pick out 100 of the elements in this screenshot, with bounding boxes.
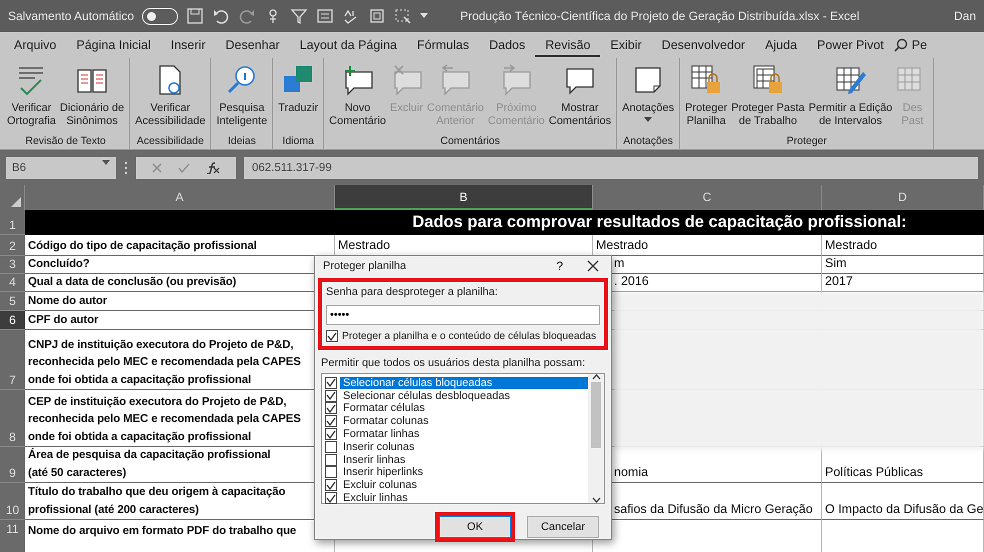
ribbon-button[interactable]: Verificar Ortografia	[5, 58, 58, 134]
name-box[interactable]: B6	[6, 156, 116, 178]
search-icon[interactable]	[894, 38, 908, 52]
ribbon-tab[interactable]: Arquivo	[4, 32, 66, 58]
cell-text: Mestrado	[825, 237, 878, 254]
chevron-down-icon[interactable]	[592, 497, 600, 504]
ribbon-tab[interactable]: Ajuda	[755, 32, 808, 58]
cell-text: 2017	[825, 274, 853, 290]
corner-icon[interactable]	[11, 197, 21, 207]
list-item[interactable]: Selecionar células bloqueadas	[340, 376, 588, 389]
checkbox[interactable]	[325, 376, 337, 389]
checkbox[interactable]	[325, 466, 337, 478]
function-icon[interactable]	[206, 162, 220, 174]
ribbon-button[interactable]: Mostrar Comentários	[546, 58, 614, 134]
scrollbar[interactable]	[588, 374, 604, 504]
user-name: Dan	[954, 8, 976, 25]
list-item[interactable]: Inserir linhas	[340, 454, 588, 466]
column-header[interactable]: B	[335, 185, 593, 210]
selection-icon[interactable]	[394, 7, 412, 25]
column-header[interactable]: A	[25, 185, 335, 210]
checkbox[interactable]	[325, 479, 337, 492]
cell-text: Código do tipo de capacitação profissional	[28, 238, 257, 254]
check-icon[interactable]	[178, 162, 190, 172]
cell-text: Qual a data de conclusão (ou previsão)	[28, 274, 236, 290]
caret-icon[interactable]	[420, 13, 428, 19]
checkbox[interactable]	[325, 402, 337, 414]
cell-text: nomia	[614, 464, 648, 481]
caret-icon[interactable]	[102, 160, 110, 166]
ribbon-tab[interactable]: Fórmulas	[407, 32, 480, 58]
row-header[interactable]: 1	[0, 210, 25, 235]
ribbon-button[interactable]: Novo Comentário	[327, 58, 388, 134]
formula-field[interactable]: 062.511.317-99	[244, 156, 978, 178]
row-header[interactable]: 10	[0, 483, 25, 520]
checkbox[interactable]	[325, 492, 337, 504]
checkbox[interactable]	[325, 390, 337, 402]
checkbox[interactable]	[325, 415, 337, 428]
group-label: Idioma	[281, 134, 315, 149]
password-field[interactable]: •••••	[326, 304, 600, 324]
row-header[interactable]: 7	[0, 330, 25, 390]
ribbon-tab[interactable]: Power Pivot	[807, 32, 894, 58]
cell-text: CPF do autor	[28, 312, 98, 328]
ribbon-tab[interactable]: Desenhar	[215, 32, 290, 58]
search-icon	[226, 64, 258, 96]
list-item[interactable]: Inserir hiperlinks	[340, 466, 588, 478]
ribbon-tab[interactable]: Página Inicial	[66, 32, 161, 58]
cell-text: CEP de instituição executora do Projeto de P&D, reconhecida pelo MEC e recomendada pela CAPES onde foi obtida a capacitação profissional	[28, 394, 301, 444]
cell-text: Mestrado	[338, 237, 390, 254]
list-item[interactable]: Formatar células	[340, 402, 588, 414]
dialog-title: Proteger planilha	[323, 258, 408, 274]
row-header[interactable]: 9	[0, 447, 25, 483]
list-item[interactable]: Excluir colunas	[340, 479, 588, 492]
ribbon-tab[interactable]: Inserir	[160, 32, 216, 58]
ribbon-button[interactable]: Traduzir	[276, 58, 320, 134]
ribbon-button[interactable]: Proteger Pasta de Trabalho	[729, 58, 807, 134]
list-item[interactable]: Excluir linhas	[340, 492, 588, 504]
form-icon[interactable]	[316, 7, 334, 25]
group-label: Anotações	[622, 134, 674, 149]
row-header[interactable]: 11	[0, 520, 25, 552]
permissions-list[interactable]: Selecionar células bloqueadas Selecionar células desbloqueadas Formatar células Formatar colunas Formatar linhas Inserir colunas Inserir linhas Inserir hiperlinks Excluir colunas Excluir linhas	[321, 373, 605, 504]
row-header[interactable]: 2	[0, 235, 25, 256]
cancel-button[interactable]: Cancelar	[527, 516, 599, 538]
ribbon-button[interactable]: Anotações	[620, 58, 676, 134]
group-label: Ideias	[226, 134, 257, 149]
row-header[interactable]: 5	[0, 292, 25, 311]
cell-text: m	[614, 256, 624, 272]
row-header[interactable]: 3	[0, 256, 25, 274]
checkbox[interactable]	[325, 428, 337, 440]
save-icon[interactable]	[186, 7, 204, 25]
cell-text: Nome do arquivo em formato PDF do trabalho que	[28, 524, 296, 539]
help-button[interactable]: ?	[540, 256, 579, 276]
chevron-up-icon[interactable]	[592, 374, 600, 380]
ribbon-button[interactable]: Proteger Planilha	[683, 58, 730, 134]
ribbon-tab[interactable]: Desenvolvedor	[652, 32, 756, 58]
ribbon-button[interactable]: Pesquisa Inteligente	[214, 58, 270, 134]
column-header[interactable]: C	[593, 185, 822, 210]
undo-icon[interactable]	[212, 7, 230, 25]
list-item[interactable]: Inserir colunas	[340, 440, 588, 453]
row-header[interactable]: 8	[0, 390, 25, 447]
list-item[interactable]: Selecionar células desbloqueadas	[340, 390, 588, 402]
ok-button[interactable]: OK	[439, 516, 511, 538]
column-header[interactable]: D	[822, 185, 984, 210]
close-icon[interactable]	[587, 260, 599, 272]
list-item[interactable]: Formatar linhas	[340, 428, 588, 440]
checkbox[interactable]	[325, 440, 337, 453]
sheet-title: Dados para comprovar resultados de capacitação profissional:	[25, 210, 984, 235]
row-header[interactable]: 4	[0, 274, 25, 292]
ribbon-button[interactable]: Dicionário de Sinônimos	[58, 58, 126, 134]
autosave-toggle[interactable]	[142, 8, 178, 24]
list-item[interactable]: Formatar colunas	[340, 415, 588, 428]
row-header[interactable]: 6	[0, 311, 25, 330]
checkbox[interactable]	[325, 454, 337, 466]
filter-icon[interactable]	[290, 7, 308, 25]
ribbon-button[interactable]: Permitir a Edição de Intervalos	[806, 58, 894, 134]
ribbon-tab[interactable]: Layout da Página	[290, 32, 407, 58]
ribbon-tab[interactable]: Exibir	[600, 32, 652, 58]
cell-text: Área de pesquisa da capacitação profissional (até 50 caracteres)	[28, 447, 270, 480]
ribbon-tab[interactable]: Dados	[479, 32, 536, 58]
checkbox[interactable]	[326, 330, 338, 342]
frame-icon[interactable]	[368, 7, 386, 25]
ribbon-button[interactable]: Verificar Acessibilidade	[133, 58, 208, 134]
